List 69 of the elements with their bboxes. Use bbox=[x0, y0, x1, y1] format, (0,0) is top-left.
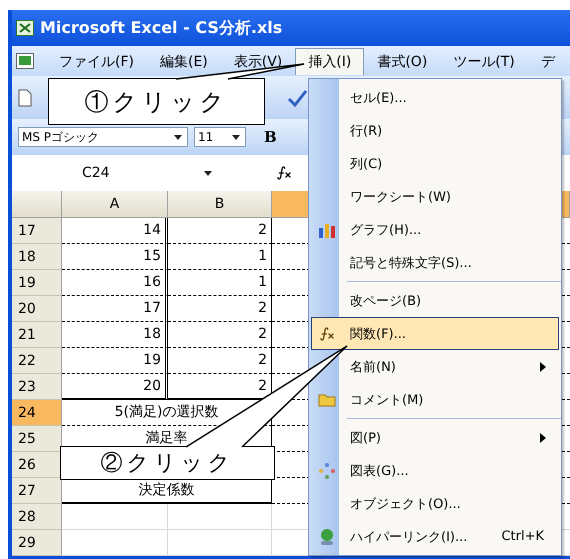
row-header[interactable]: 18 bbox=[12, 244, 62, 270]
table-cell: 2 bbox=[168, 296, 272, 322]
menu-item[interactable]: ファイル(F) bbox=[46, 48, 147, 74]
row-header[interactable]: 22 bbox=[12, 348, 62, 374]
new-document-icon[interactable] bbox=[18, 88, 32, 106]
menu-item[interactable]: デ bbox=[528, 48, 568, 74]
menu-item[interactable]: 図表(G)... bbox=[311, 454, 559, 487]
row-header[interactable]: 26 bbox=[12, 452, 62, 478]
row-header[interactable]: 24 bbox=[12, 400, 62, 426]
table-cell: 20 bbox=[62, 374, 168, 400]
diagram-icon bbox=[318, 462, 336, 480]
callout-box: ②クリック bbox=[60, 446, 275, 480]
menu-item[interactable]: 書式(O) bbox=[364, 48, 440, 74]
table-cell: 2 bbox=[168, 218, 272, 244]
spreadsheet-icon[interactable] bbox=[16, 53, 34, 69]
shortcut-label: Ctrl+K bbox=[501, 529, 545, 544]
menu-item[interactable]: セル(E)... bbox=[311, 81, 559, 114]
table-cell: 17 bbox=[62, 296, 168, 322]
row-header[interactable]: 27 bbox=[12, 478, 62, 504]
spell-check-icon[interactable] bbox=[286, 88, 308, 108]
menu-item[interactable]: グラフ(H)... bbox=[311, 213, 559, 246]
menu-item[interactable]: 改ページ(B) bbox=[311, 284, 559, 317]
column-header[interactable]: A bbox=[62, 191, 168, 218]
spreadsheet-icon bbox=[16, 20, 34, 36]
table-cell: 15 bbox=[62, 244, 168, 270]
menu-item[interactable]: 名前(N) bbox=[311, 350, 559, 383]
menu-item[interactable]: コメント(M) bbox=[311, 383, 559, 416]
row-header[interactable]: 23 bbox=[12, 374, 62, 400]
caret-icon bbox=[232, 134, 240, 140]
menu-item[interactable]: 挿入(I) bbox=[295, 48, 364, 74]
window-title: Microsoft Excel - CS分析.xls bbox=[40, 18, 282, 38]
table-cell: 2 bbox=[168, 348, 272, 374]
menu-item[interactable]: ツール(T) bbox=[440, 48, 528, 74]
menu-item[interactable]: オブジェクト(O)... bbox=[311, 487, 559, 520]
caret-icon bbox=[174, 134, 182, 140]
row-header[interactable]: 25 bbox=[12, 426, 62, 452]
row-header[interactable]: 17 bbox=[12, 218, 62, 244]
table-cell: 16 bbox=[62, 270, 168, 296]
menu-item[interactable]: 表示(V) bbox=[220, 48, 296, 74]
menu-item[interactable]: ワークシート(W) bbox=[311, 180, 559, 213]
column-header[interactable]: B bbox=[168, 191, 272, 218]
table-cell: 19 bbox=[62, 348, 168, 374]
folder-icon bbox=[318, 392, 336, 407]
menu-item[interactable]: ハイパーリンク(I)... Ctrl+K bbox=[311, 520, 559, 553]
menu-item[interactable]: 編集(E) bbox=[146, 48, 221, 74]
caret-icon bbox=[204, 170, 212, 176]
row-header[interactable]: 19 bbox=[12, 270, 62, 296]
menu-item[interactable]: 図(P) bbox=[311, 421, 559, 454]
font-dropdown[interactable]: MS Pゴシック bbox=[18, 127, 188, 147]
function-icon bbox=[319, 326, 335, 342]
function-icon[interactable] bbox=[276, 165, 292, 181]
row-header[interactable]: 21 bbox=[12, 322, 62, 348]
corner-cell[interactable] bbox=[12, 191, 62, 218]
bar-chart-icon bbox=[318, 222, 336, 238]
table-cell: 18 bbox=[62, 322, 168, 348]
globe-icon bbox=[318, 528, 336, 546]
table-cell: 14 bbox=[62, 218, 168, 244]
bold-button[interactable]: B bbox=[260, 128, 281, 146]
menu-item[interactable]: 関数(F)... bbox=[311, 317, 559, 350]
menu-item[interactable]: 行(R) bbox=[311, 114, 559, 147]
row-header[interactable]: 20 bbox=[12, 296, 62, 322]
table-cell: 1 bbox=[168, 244, 272, 270]
row-header[interactable]: 28 bbox=[12, 504, 62, 530]
row-header[interactable]: 29 bbox=[12, 530, 62, 556]
table-cell: 2 bbox=[168, 322, 272, 348]
menu-item[interactable]: 記号と特殊文字(S)... bbox=[311, 246, 559, 279]
font-size-dropdown[interactable]: 11 bbox=[194, 127, 246, 147]
table-cell: 1 bbox=[168, 270, 272, 296]
menu-item[interactable]: 列(C) bbox=[311, 147, 559, 180]
